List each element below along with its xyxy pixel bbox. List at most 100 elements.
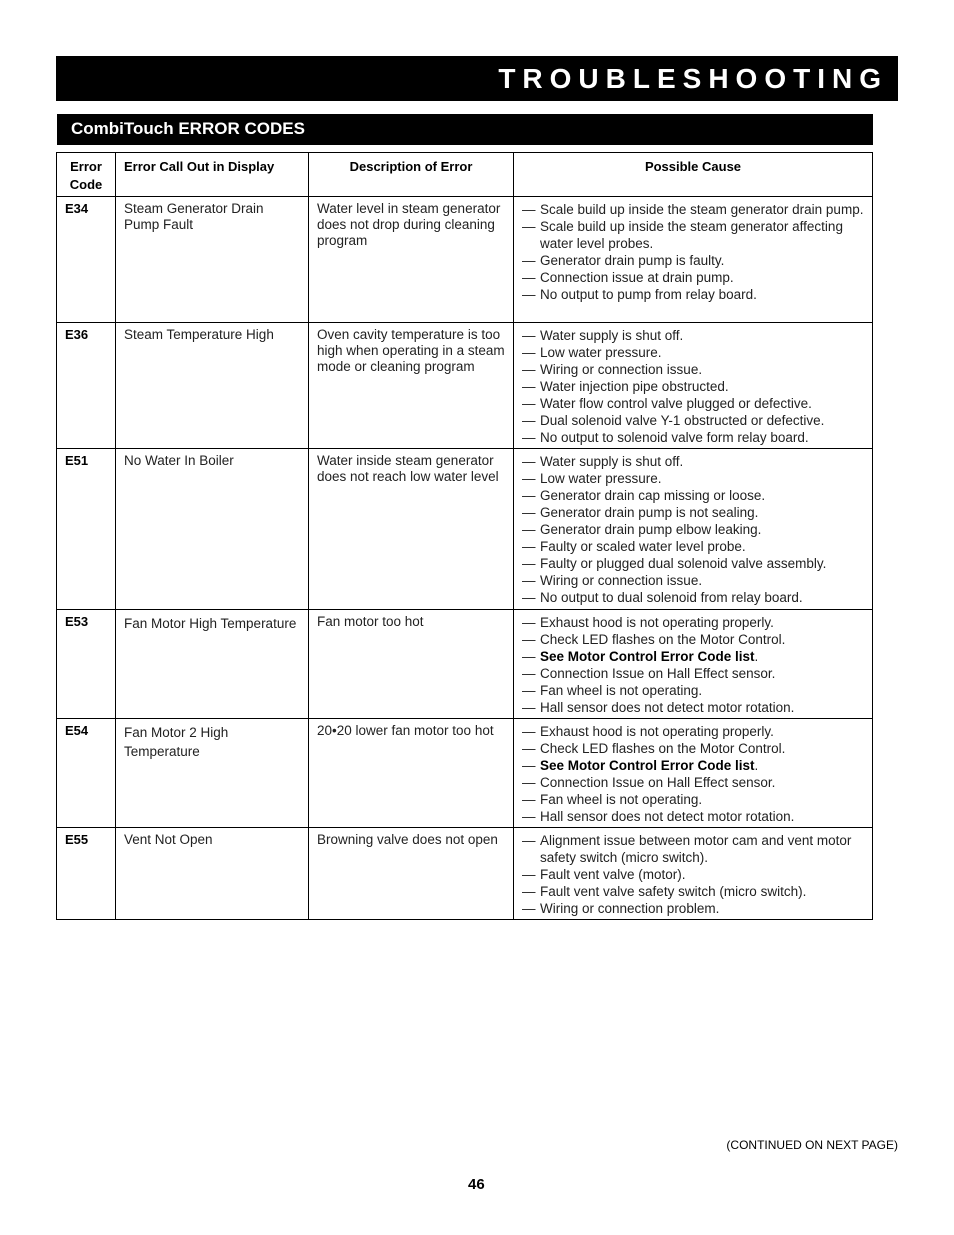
cause-item: — Low water pressure. xyxy=(522,344,864,361)
cause-item: — Faulty or plugged dual solenoid valve a… xyxy=(522,555,864,572)
cause-item: — No output to pump from relay board. xyxy=(522,286,864,303)
section-header: CombiTouch ERROR CODES xyxy=(57,114,873,145)
cause-text: No output to pump from relay board. xyxy=(540,287,757,302)
possible-causes: — Exhaust hood is not operating properly.… xyxy=(513,609,873,719)
dash-bullet: — xyxy=(522,379,536,394)
error-description: Browning valve does not open xyxy=(308,827,514,920)
error-description: 20•20 lower fan motor too hot xyxy=(308,718,514,828)
cause-item: — Low water pressure. xyxy=(522,470,864,487)
cause-item: — Exhaust hood is not operating properly. xyxy=(522,614,864,631)
cause-text: Fan wheel is not operating. xyxy=(540,792,703,807)
dash-bullet: — xyxy=(522,867,536,882)
cause-item: — Water injection pipe obstructed. xyxy=(522,378,864,395)
cause-item: — Water supply is shut off. xyxy=(522,327,864,344)
cause-text: Check LED flashes on the Motor Control. xyxy=(540,632,786,647)
cause-text: Low water pressure. xyxy=(540,345,662,360)
error-code: E51 xyxy=(56,448,116,610)
column-header-possible-cause: Possible Cause xyxy=(513,152,873,197)
cause-text: Connection issue at drain pump. xyxy=(540,270,734,285)
cause-item: — Fan wheel is not operating. xyxy=(522,682,864,699)
cause-item: — Generator drain pump is not sealing. xyxy=(522,504,864,521)
dash-bullet: — xyxy=(522,454,536,469)
cause-item: — Connection Issue on Hall Effect sensor. xyxy=(522,774,864,791)
dash-bullet: — xyxy=(522,792,536,807)
dash-bullet: — xyxy=(522,430,536,445)
cause-text: Faulty or plugged dual solenoid valve as… xyxy=(540,556,827,571)
cause-item: — Faulty or scaled water level probe. xyxy=(522,538,864,555)
column-header-error-code: Error Code xyxy=(56,152,116,197)
error-callout: No Water In Boiler xyxy=(115,448,309,610)
possible-causes: — Scale build up inside the steam generat… xyxy=(513,196,873,323)
cause-item: — Generator drain pump is faulty. xyxy=(522,252,864,269)
dash-bullet: — xyxy=(522,901,536,916)
cause-item: — Check LED flashes on the Motor Control. xyxy=(522,631,864,648)
cause-item: — Hall sensor does not detect motor rotat… xyxy=(522,699,864,716)
cause-item: — See Motor Control Error Code list. xyxy=(522,649,759,664)
cause-item: — Generator drain pump elbow leaking. xyxy=(522,521,864,538)
error-code: E34 xyxy=(56,196,116,323)
dash-bullet: — xyxy=(522,505,536,520)
dash-bullet: — xyxy=(522,471,536,486)
dash-bullet: — xyxy=(522,253,536,268)
error-description: Oven cavity temperature is too high when… xyxy=(308,322,514,449)
cause-text: See Motor Control Error Code list xyxy=(540,649,755,664)
section-title: CombiTouch ERROR CODES xyxy=(71,119,305,138)
dash-bullet: — xyxy=(522,809,536,824)
dash-bullet: — xyxy=(522,573,536,588)
dash-bullet: — xyxy=(522,884,536,899)
cause-item: — Alignment issue between motor cam and v… xyxy=(522,832,864,866)
cause-item: — Fault vent valve (motor). xyxy=(522,866,864,883)
cause-text: Wiring or connection issue. xyxy=(540,362,703,377)
table-row: E36 Steam Temperature High Oven cavity t… xyxy=(56,322,873,449)
cause-item: — Exhaust hood is not operating properly. xyxy=(522,723,864,740)
cause-text: Water flow control valve plugged or defe… xyxy=(540,396,812,411)
cause-text: Fan wheel is not operating. xyxy=(540,683,703,698)
dash-bullet: — xyxy=(522,649,536,664)
dash-bullet: — xyxy=(522,287,536,302)
cause-text: Check LED flashes on the Motor Control. xyxy=(540,741,786,756)
error-callout: Fan Motor High Temperature xyxy=(115,609,309,719)
cause-item: — Wiring or connection issue. xyxy=(522,361,864,378)
cause-text: Generator drain pump is not sealing. xyxy=(540,505,759,520)
error-code: E54 xyxy=(56,718,116,828)
cause-item: — Dual solenoid valve Y-1 obstructed or d… xyxy=(522,412,864,429)
table-row: E51 No Water In Boiler Water inside stea… xyxy=(56,448,873,610)
cause-item: — Fault vent valve safety switch (micro s… xyxy=(522,883,864,900)
error-codes-table: Error Code Error Call Out in Display Des… xyxy=(56,152,873,920)
error-description: Water level in steam generator does not … xyxy=(308,196,514,323)
cause-text: Generator drain cap missing or loose. xyxy=(540,488,766,503)
cause-text: Wiring or connection issue. xyxy=(540,573,703,588)
cause-item: — Water flow control valve plugged or def… xyxy=(522,395,864,412)
dash-bullet: — xyxy=(522,202,536,217)
possible-causes: — Water supply is shut off. — Low water pre… xyxy=(513,322,873,449)
cause-item: — No output to dual solenoid from relay b… xyxy=(522,589,864,606)
possible-causes: — Exhaust hood is not operating properly.… xyxy=(513,718,873,828)
dash-bullet: — xyxy=(522,328,536,343)
table-row: E34 Steam Generator Drain Pump Fault Wat… xyxy=(56,196,873,323)
cause-text: Alignment issue between motor cam and ve… xyxy=(540,833,852,865)
error-code: E53 xyxy=(56,609,116,719)
dash-bullet: — xyxy=(522,666,536,681)
table-row: E53 Fan Motor High Temperature Fan motor… xyxy=(56,609,873,719)
dash-bullet: — xyxy=(522,741,536,756)
cause-item: — Fan wheel is not operating. xyxy=(522,791,864,808)
dash-bullet: — xyxy=(522,683,536,698)
error-description: Fan motor too hot xyxy=(308,609,514,719)
cause-item: — Scale build up inside the steam generat… xyxy=(522,218,864,252)
cause-text: Water injection pipe obstructed. xyxy=(540,379,729,394)
cause-text: Fault vent valve (motor). xyxy=(540,867,686,882)
cause-text: Generator drain pump is faulty. xyxy=(540,253,725,268)
error-callout: Vent Not Open xyxy=(115,827,309,920)
error-callout: Steam Generator Drain Pump Fault xyxy=(115,196,309,323)
cause-text: Connection Issue on Hall Effect sensor. xyxy=(540,666,776,681)
dash-bullet: — xyxy=(522,396,536,411)
dash-bullet: — xyxy=(522,724,536,739)
cause-item: — Check LED flashes on the Motor Control. xyxy=(522,740,864,757)
dash-bullet: — xyxy=(522,590,536,605)
cause-text: Generator drain pump elbow leaking. xyxy=(540,522,762,537)
dash-bullet: — xyxy=(522,615,536,630)
cause-text: Fault vent valve safety switch (micro sw… xyxy=(540,884,807,899)
cause-text: See Motor Control Error Code list xyxy=(540,758,755,773)
dash-bullet: — xyxy=(522,700,536,715)
column-header-description: Description of Error xyxy=(308,152,514,197)
